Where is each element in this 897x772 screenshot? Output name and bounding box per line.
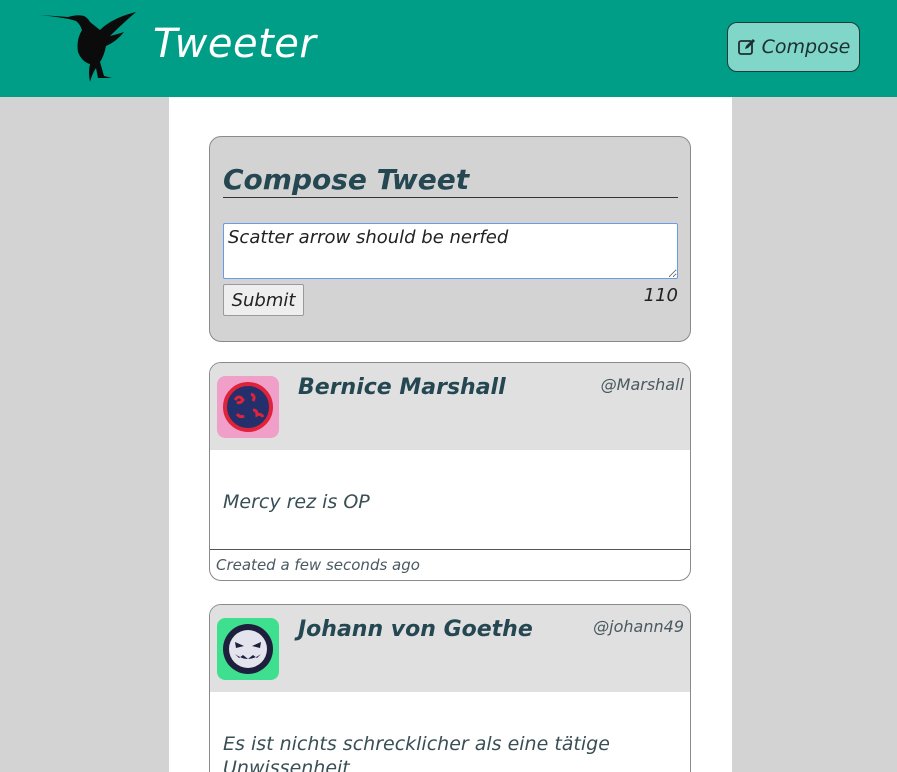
hummingbird-logo-icon <box>40 12 136 82</box>
app-brand-title[interactable]: Tweeter <box>153 20 316 68</box>
tweet-author-name: Johann von Goethe <box>298 617 533 642</box>
avatar-icon <box>217 376 279 438</box>
tweet-author-handle: @johann49 <box>593 617 684 636</box>
avatar-icon <box>217 618 279 680</box>
compose-tweet-panel: Compose Tweet Scatter arrow should be ne… <box>209 136 691 342</box>
tweet-content: Mercy rez is OP <box>223 491 370 513</box>
submit-button[interactable]: Submit <box>223 284 304 316</box>
top-navigation-bar: Tweeter Compose <box>0 0 897 97</box>
tweet-card: Bernice Marshall @Marshall Mercy rez is … <box>209 362 691 581</box>
tweet-timestamp: Created a few seconds ago <box>210 549 690 580</box>
main-content: Compose Tweet Scatter arrow should be ne… <box>169 97 732 772</box>
tweet-header: Johann von Goethe @johann49 <box>210 605 690 692</box>
compose-button-label: Compose <box>761 36 851 58</box>
tweet-card: Johann von Goethe @johann49 Es ist nicht… <box>209 604 691 772</box>
tweet-author-handle: @Marshall <box>600 375 684 394</box>
compose-button[interactable]: Compose <box>727 22 860 72</box>
tweet-header: Bernice Marshall @Marshall <box>210 363 690 450</box>
edit-icon <box>737 39 755 55</box>
tweet-text-input[interactable]: Scatter arrow should be nerfed <box>223 223 678 279</box>
compose-tweet-heading: Compose Tweet <box>223 163 678 198</box>
tweet-content: Es ist nichts schrecklicher als eine tät… <box>223 733 610 772</box>
character-counter: 110 <box>643 285 678 306</box>
tweet-author-name: Bernice Marshall <box>298 375 506 400</box>
